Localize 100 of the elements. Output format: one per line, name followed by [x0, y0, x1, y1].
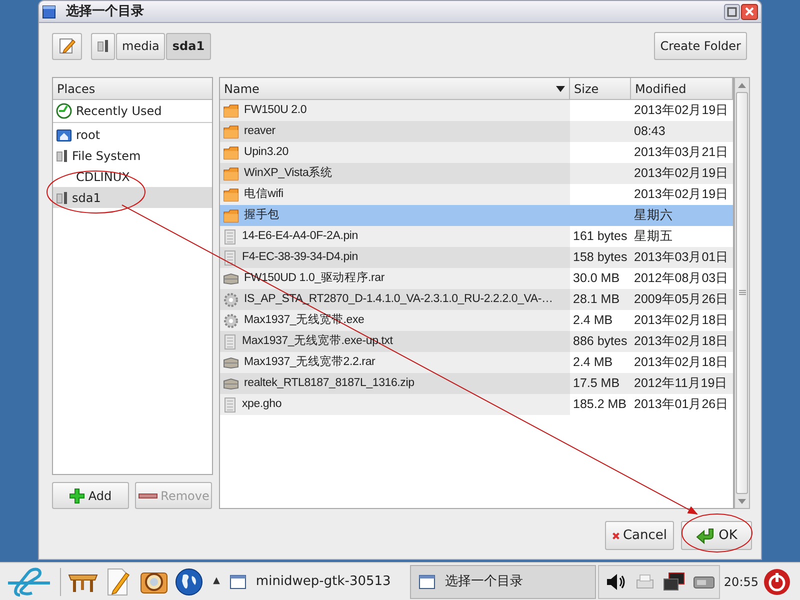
modified-date: 2013年03月01日 [634, 249, 729, 266]
sort-arrow-icon [556, 86, 565, 92]
file-size: 2.4 MB [573, 354, 613, 372]
minus-icon [138, 492, 158, 498]
column-header[interactable]: Name [220, 78, 570, 99]
globe-icon[interactable] [175, 568, 203, 596]
modified-date: 2013年02月18日 [634, 354, 729, 372]
file-icon [223, 228, 237, 244]
folder-icon [223, 188, 239, 202]
drive-icon [97, 39, 109, 53]
modified-date: 2013年03月21日 [634, 144, 729, 162]
file-size: 30.0 MB [573, 270, 620, 288]
place-item[interactable]: CDLINUX [53, 166, 212, 187]
modified-date: 2009年05月26日 [634, 291, 729, 308]
modified-date: 2013年02月19日 [634, 186, 729, 204]
taskbar-button[interactable]: minidwep-gtk-30513 [226, 564, 406, 598]
path-button[interactable]: media [116, 32, 166, 60]
folder-icon [223, 146, 239, 160]
path-button[interactable]: sda1 [166, 32, 211, 60]
folder-icon [223, 124, 239, 138]
file-name: reaver [244, 124, 276, 139]
text-editor-icon[interactable] [105, 566, 131, 596]
archive-icon [223, 378, 239, 390]
file-name: WinXP_Vista系统 [244, 165, 332, 181]
archive-icon [223, 356, 239, 368]
scrollbar-thumb[interactable] [736, 92, 748, 494]
column-header[interactable]: Size [570, 78, 631, 99]
file-name: Max1937_无线宽带2.2.rar [244, 354, 376, 370]
file-size: 886 bytes [573, 333, 628, 350]
tray-arrow[interactable]: ▲ [213, 574, 220, 588]
folder-icon [223, 208, 239, 222]
file-icon [223, 396, 237, 412]
file-size: 28.1 MB [573, 291, 620, 308]
file-size: 185.2 MB [573, 396, 627, 414]
logo-icon[interactable] [6, 566, 52, 596]
window-icon [418, 574, 435, 588]
modified-date: 2013年02月19日 [634, 165, 729, 182]
window-icon [42, 4, 56, 18]
place-item[interactable]: File System [53, 145, 212, 166]
column-header[interactable]: Places [53, 78, 212, 100]
archive-icon [223, 272, 239, 284]
up-arrow-icon[interactable] [738, 82, 746, 88]
add-button[interactable]: Add [52, 482, 129, 509]
modified-date: 2013年01月26日 [634, 396, 729, 414]
speaker-icon[interactable] [604, 572, 627, 592]
file-name: 14-E6-E4-A4-0F-2A.pin [242, 228, 358, 244]
scrollbar[interactable] [734, 77, 750, 509]
return-arrow-icon [696, 526, 716, 544]
create-folder-button[interactable]: Create Folder [654, 32, 747, 60]
file-name: FW150U 2.0 [244, 102, 307, 118]
file-size: 17.5 MB [573, 375, 620, 392]
file-icon [223, 334, 237, 350]
close-button[interactable] [741, 4, 758, 20]
modified-date: 2013年02月19日 [634, 102, 729, 120]
file-name: 电信wifi [244, 186, 284, 202]
file-size: 2.4 MB [573, 312, 613, 330]
modified-date: 2013年02月18日 [634, 333, 729, 350]
window-icon [230, 574, 246, 588]
down-arrow-icon[interactable] [738, 498, 746, 504]
clock-icon [56, 102, 72, 118]
annotation-ellipse [682, 514, 752, 552]
modified-date: 星期五 [634, 228, 673, 246]
modified-date: 08:43 [634, 123, 666, 140]
file-size: 161 bytes [573, 228, 628, 246]
cancel-button[interactable]: Cancel [605, 521, 674, 550]
file-icon [223, 250, 237, 266]
drive-icon [56, 148, 68, 162]
maximize-button[interactable] [724, 4, 740, 20]
place-item[interactable]: root [53, 124, 212, 145]
folder-icon [223, 104, 239, 118]
drive-icon [56, 190, 68, 204]
place-item[interactable]: sda1 [53, 187, 212, 208]
place-item[interactable]: Recently Used [53, 100, 212, 121]
file-name: xpe.gho [242, 396, 282, 412]
drive-path-button[interactable] [91, 32, 115, 60]
window-title: 选择一个目录 [66, 2, 144, 21]
column-header[interactable]: Modified [631, 78, 733, 99]
ok-button[interactable]: OK [681, 521, 752, 550]
modified-date: 2012年08月03日 [634, 270, 729, 288]
clock[interactable]: 20:55 [724, 572, 759, 590]
taskbar-button[interactable]: 选择一个目录 [410, 564, 596, 598]
network-icon[interactable] [662, 572, 685, 592]
pencil-icon [58, 37, 76, 55]
edit-location-button[interactable] [52, 32, 82, 60]
file-name: F4-EC-38-39-34-D4.pin [242, 250, 358, 265]
file-size: 158 bytes [573, 249, 628, 266]
modified-date: 星期六 [634, 207, 673, 224]
modified-date: 2012年11月19日 [634, 375, 728, 392]
file-name: realtek_RTL8187_8187L_1316.zip [244, 376, 414, 391]
file-row[interactable]: 握手包 星期六 [220, 205, 733, 226]
file-name: Upin3.20 [244, 144, 288, 160]
modified-date: 2013年02月18日 [634, 312, 729, 330]
file-name: 握手包 [244, 207, 280, 223]
power-icon[interactable] [762, 568, 791, 596]
plus-icon [69, 488, 86, 504]
home-folder-icon [56, 128, 72, 142]
gear-icon [223, 292, 239, 308]
folder-icon [223, 166, 239, 180]
gear-icon [223, 312, 239, 328]
grip-icon [738, 290, 746, 296]
